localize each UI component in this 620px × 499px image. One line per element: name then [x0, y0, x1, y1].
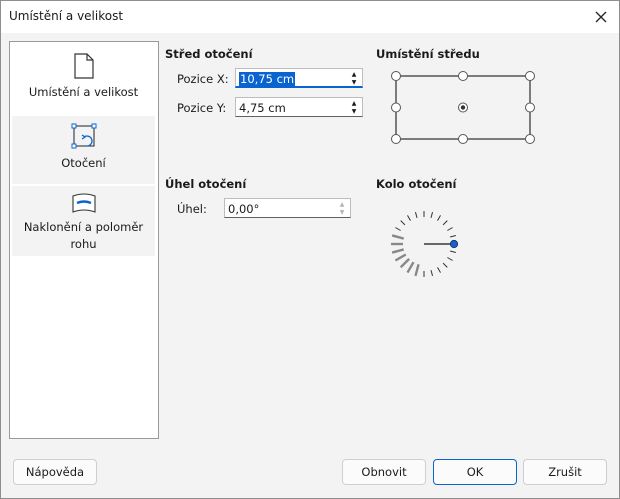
position-x-label: Pozice X: — [177, 72, 229, 86]
wheel-tick — [437, 215, 441, 221]
base-point-bottom-right[interactable] — [525, 134, 535, 144]
sidebar: Umístění a velikost Otočení Naklonění a … — [9, 41, 159, 439]
position-x-spin-buttons: ▲ ▼ — [347, 70, 361, 86]
rotate-icon — [71, 123, 96, 149]
base-point-middle-right[interactable] — [525, 102, 535, 113]
pivot-section-title: Střed otočení — [165, 47, 253, 61]
base-point-top-left[interactable] — [391, 71, 401, 81]
wheel-tick — [406, 261, 415, 274]
wheel-tick — [391, 234, 405, 240]
sidebar-item-label: Otočení — [61, 156, 106, 170]
position-y-spin-buttons: ▲ ▼ — [347, 99, 361, 115]
position-x-value: 10,75 cm — [239, 72, 296, 86]
wheel-tick — [449, 250, 457, 254]
decrement-arrow-icon[interactable]: ▼ — [347, 78, 361, 86]
wheel-tick — [394, 253, 407, 262]
decrement-arrow-icon[interactable]: ▼ — [347, 107, 361, 115]
reset-button[interactable]: Obnovit — [342, 459, 426, 485]
sidebar-item-label: Naklonění a poloměr rohu — [23, 220, 144, 251]
sidebar-item-slant[interactable]: Naklonění a poloměr rohu — [12, 186, 155, 256]
wheel-section-title: Kolo otočení — [376, 177, 457, 191]
decrement-arrow-icon[interactable]: ▼ — [335, 208, 349, 216]
ok-button[interactable]: OK — [433, 459, 517, 485]
wheel-tick — [414, 263, 420, 277]
angle-spin-buttons: ▲ ▼ — [335, 200, 349, 216]
page-icon — [73, 53, 94, 79]
title-bar: Umístění a velikost — [1, 1, 619, 33]
wheel-tick — [442, 262, 448, 268]
cancel-button[interactable]: Zrušit — [523, 459, 607, 485]
dialog-window: Umístění a velikost Umístění a velikost — [0, 0, 620, 499]
position-x-spinbox[interactable]: 10,75 cm ▲ ▼ — [235, 68, 363, 88]
close-icon — [595, 11, 607, 23]
wheel-tick — [437, 267, 441, 273]
wheel-tick — [442, 220, 448, 226]
angle-section-title: Úhel otočení — [165, 177, 247, 191]
wheel-tick — [400, 220, 406, 226]
increment-arrow-icon[interactable]: ▲ — [347, 70, 361, 78]
wheel-tick — [430, 269, 434, 277]
base-point-top-center[interactable] — [458, 71, 468, 81]
sidebar-item-label: Umístění a velikost — [28, 85, 139, 99]
position-y-value: 4,75 cm — [239, 101, 286, 115]
base-point-top-right[interactable] — [525, 71, 535, 81]
base-point-middle-left[interactable] — [391, 102, 401, 113]
base-point-bottom-left[interactable] — [391, 134, 401, 144]
wheel-handle[interactable] — [449, 239, 459, 249]
wheel-tick — [430, 211, 434, 219]
wheel-tick — [447, 227, 453, 231]
angle-label: Úhel: — [177, 202, 207, 216]
wheel-tick — [395, 227, 401, 231]
window-title: Umístění a velikost — [9, 9, 124, 23]
wheel-tick — [399, 258, 410, 269]
help-button[interactable]: Nápověda — [13, 459, 97, 485]
slant-icon — [71, 193, 96, 213]
wheel-tick — [447, 257, 453, 261]
increment-arrow-icon[interactable]: ▲ — [347, 99, 361, 107]
wheel-tick — [391, 248, 405, 254]
close-button[interactable] — [587, 3, 615, 31]
base-point-center-selected-dot — [460, 105, 466, 110]
base-point-bottom-center[interactable] — [458, 134, 468, 144]
position-y-label: Pozice Y: — [177, 101, 227, 115]
increment-arrow-icon[interactable]: ▲ — [335, 200, 349, 208]
base-point-selector[interactable] — [390, 70, 536, 145]
position-y-spinbox[interactable]: 4,75 cm ▲ ▼ — [235, 97, 363, 117]
wheel-tick — [407, 215, 411, 221]
wheel-tick — [414, 211, 418, 219]
angle-value: 0,00° — [228, 202, 260, 216]
sidebar-item-rotation[interactable]: Otočení — [12, 116, 155, 184]
wheel-tick — [449, 234, 457, 238]
sidebar-item-position-size[interactable]: Umístění a velikost — [12, 46, 155, 114]
angle-spinbox[interactable]: 0,00° ▲ ▼ — [224, 198, 351, 218]
base-point-section-title: Umístění středu — [376, 47, 480, 61]
rotation-wheel[interactable] — [385, 206, 465, 284]
